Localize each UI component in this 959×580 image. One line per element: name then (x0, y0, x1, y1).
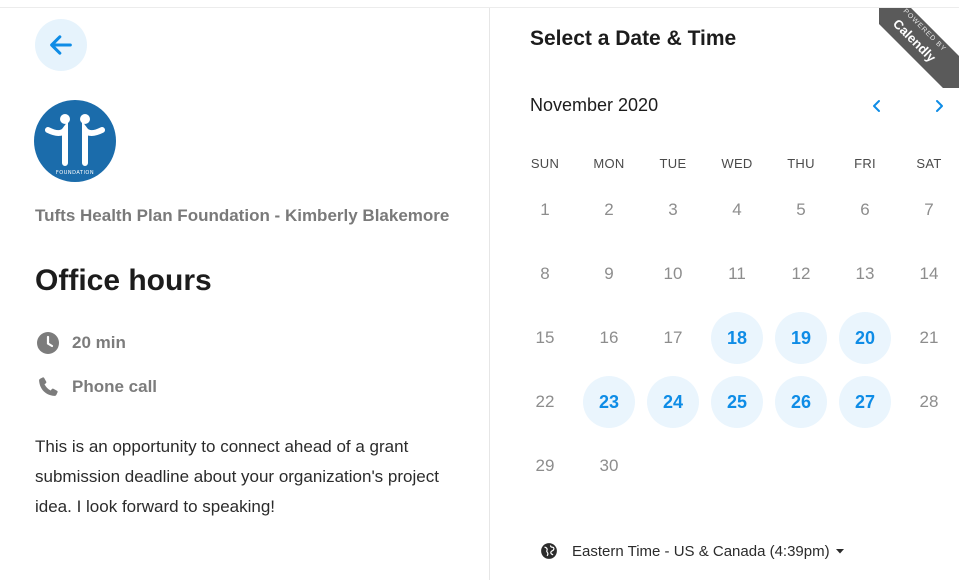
location-text: Phone call (72, 377, 158, 396)
arrow-left-icon (50, 35, 72, 55)
unavailable-day: 5 (796, 200, 806, 219)
available-day-button[interactable]: 25 (711, 376, 763, 428)
available-day-button[interactable]: 26 (775, 376, 827, 428)
day-cell: 24 (641, 370, 705, 434)
day-cell: 22 (513, 370, 577, 434)
calendar-grid: 1 2 3 4 5 6 7 8 9 10 11 12 13 14 15 16 17 18 19 20 21 22 23 24 2… (513, 178, 959, 498)
day-cell: 8 (513, 242, 577, 306)
next-month-button[interactable] (924, 91, 954, 121)
unavailable-day: 30 (599, 456, 619, 475)
available-day-button[interactable]: 19 (775, 312, 827, 364)
weekday-label: SAT (916, 156, 942, 171)
top-border (0, 0, 959, 8)
weekday-label: FRI (854, 156, 876, 171)
timezone-text: Eastern Time - US & Canada (4:39pm) (572, 542, 830, 560)
back-button[interactable] (35, 19, 87, 71)
unavailable-day: 2 (604, 200, 614, 219)
day-cell: 14 (897, 242, 959, 306)
phone-icon (35, 374, 61, 400)
day-cell: 10 (641, 242, 705, 306)
event-title: Office hours (35, 264, 212, 297)
unavailable-day: 22 (535, 392, 555, 411)
day-cell: 17 (641, 306, 705, 370)
day-cell: 7 (897, 178, 959, 242)
day-cell: 29 (513, 434, 577, 498)
event-details-panel: FOUNDATION Tufts Health Plan Foundation … (0, 8, 490, 580)
unavailable-day: 29 (535, 456, 555, 475)
day-cell: 4 (705, 178, 769, 242)
available-day-button[interactable]: 24 (647, 376, 699, 428)
calendly-ribbon: POWERED BY Calendly (879, 8, 959, 88)
clock-icon (35, 330, 61, 356)
weekday-label: THU (787, 156, 815, 171)
event-duration: 20 min (35, 330, 126, 356)
day-cell: 16 (577, 306, 641, 370)
timezone-selector[interactable]: Eastern Time - US & Canada (4:39pm) (540, 542, 844, 560)
day-cell: 13 (833, 242, 897, 306)
day-cell: 27 (833, 370, 897, 434)
day-cell: 1 (513, 178, 577, 242)
logo-text: FOUNDATION (56, 170, 94, 176)
available-day-button[interactable]: 27 (839, 376, 891, 428)
duration-text: 20 min (72, 333, 126, 352)
caret-down-icon (835, 549, 844, 554)
event-description: This is an opportunity to connect ahead … (35, 437, 439, 516)
unavailable-day: 4 (732, 200, 742, 219)
unavailable-day: 7 (924, 200, 934, 219)
scheduler-panel: Select a Date & Time November 2020 SUN M… (491, 8, 959, 580)
day-cell: 12 (769, 242, 833, 306)
weekday-label: MON (593, 156, 625, 171)
unavailable-day: 11 (728, 264, 746, 283)
unavailable-day: 6 (860, 200, 870, 219)
unavailable-day: 15 (535, 328, 555, 347)
unavailable-day: 1 (540, 200, 550, 219)
day-cell: 2 (577, 178, 641, 242)
booking-page: FOUNDATION Tufts Health Plan Foundation … (0, 0, 959, 580)
chevron-left-icon (873, 100, 880, 112)
unavailable-day: 17 (663, 328, 683, 347)
unavailable-day: 28 (919, 392, 939, 411)
event-location: Phone call (35, 374, 157, 400)
unavailable-day: 9 (604, 264, 614, 283)
day-cell: 11 (705, 242, 769, 306)
panel-title: Select a Date & Time (530, 27, 737, 50)
weekday-label: WED (721, 156, 753, 171)
available-day-button[interactable]: 18 (711, 312, 763, 364)
day-cell: 5 (769, 178, 833, 242)
day-cell: 25 (705, 370, 769, 434)
unavailable-day: 14 (919, 264, 939, 283)
day-cell: 15 (513, 306, 577, 370)
weekday-header: SUN MON TUE WED THU FRI SAT (513, 156, 959, 171)
weekday-label: TUE (659, 156, 687, 171)
globe-icon (541, 543, 557, 559)
day-cell: 21 (897, 306, 959, 370)
available-day-button[interactable]: 20 (839, 312, 891, 364)
day-cell: 18 (705, 306, 769, 370)
weekday-label: SUN (530, 156, 560, 171)
day-cell: 28 (897, 370, 959, 434)
unavailable-day: 13 (855, 264, 875, 283)
day-cell: 3 (641, 178, 705, 242)
unavailable-day: 8 (540, 264, 550, 283)
month-label: November 2020 (530, 95, 659, 115)
day-cell: 26 (769, 370, 833, 434)
calendly-badge[interactable]: POWERED BY Calendly (879, 8, 959, 88)
unavailable-day: 21 (919, 328, 939, 347)
organization-name: Tufts Health Plan Foundation - Kimberly … (35, 206, 450, 225)
day-cell: 23 (577, 370, 641, 434)
day-cell: 9 (577, 242, 641, 306)
day-cell: 30 (577, 434, 641, 498)
unavailable-day: 3 (668, 200, 678, 219)
organization-logo: FOUNDATION (34, 100, 116, 182)
day-cell: 6 (833, 178, 897, 242)
chevron-right-icon (936, 100, 943, 112)
unavailable-day: 10 (663, 264, 683, 283)
unavailable-day: 12 (791, 264, 811, 283)
day-cell: 20 (833, 306, 897, 370)
unavailable-day: 16 (599, 328, 619, 347)
day-cell: 19 (769, 306, 833, 370)
available-day-button[interactable]: 23 (583, 376, 635, 428)
previous-month-button[interactable] (862, 91, 892, 121)
